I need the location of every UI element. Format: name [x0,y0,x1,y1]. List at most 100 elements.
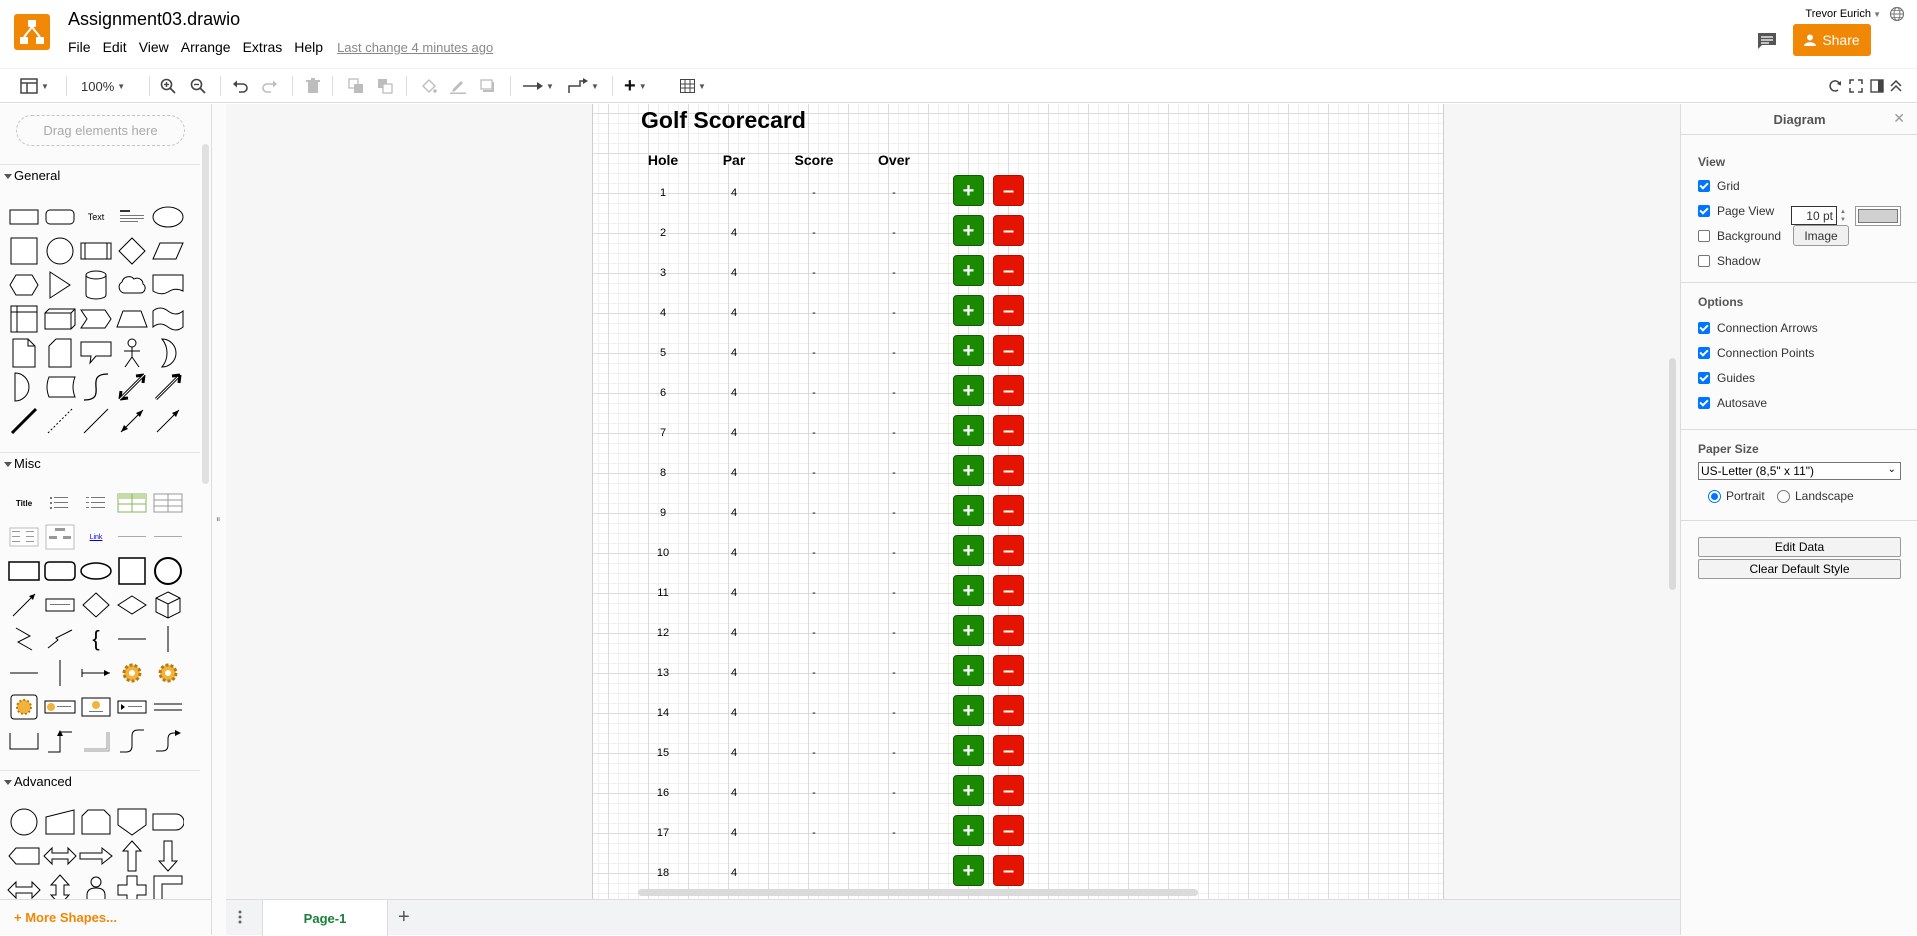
grid-color-button[interactable] [1855,206,1901,226]
hole-cell[interactable]: 10 [633,547,693,559]
par-cell[interactable]: 4 [704,707,764,719]
score-cell[interactable]: - [784,747,844,759]
par-cell[interactable]: 4 [704,507,764,519]
score-cell[interactable]: - [784,627,844,639]
decrement-score-button[interactable]: – [993,695,1024,726]
hole-cell[interactable]: 7 [633,427,693,439]
curly-brace-shape[interactable]: { [78,622,114,656]
hole-cell[interactable]: 16 [633,787,693,799]
hole-cell[interactable]: 9 [633,507,693,519]
bracket-shape[interactable] [6,724,42,758]
user-name[interactable]: Trevor Eurich [1805,8,1871,20]
dashed-line-shape[interactable] [42,404,78,438]
score-cell[interactable]: - [784,507,844,519]
decrement-score-button[interactable]: – [993,775,1024,806]
over-cell[interactable]: - [864,227,924,239]
increment-score-button[interactable]: + [953,775,984,806]
header-par[interactable]: Par [704,152,764,168]
terminator-shape[interactable] [150,805,186,839]
arrow-shape[interactable] [150,370,186,404]
delay-shape[interactable] [6,370,42,404]
increment-score-button[interactable]: + [953,495,984,526]
sync-button[interactable] [1828,77,1842,95]
fill-color-button[interactable] [421,77,437,95]
increment-score-button[interactable]: + [953,455,984,486]
circle-bold-shape[interactable] [150,554,186,588]
over-cell[interactable]: - [864,667,924,679]
callout-shape[interactable] [78,336,114,370]
increment-score-button[interactable]: + [953,255,984,286]
process-shape[interactable] [78,234,114,268]
fullscreen-button[interactable] [1849,77,1863,95]
double-line-shape[interactable] [150,690,186,724]
table-button[interactable]: ▼ [680,77,706,95]
over-cell[interactable]: - [864,747,924,759]
hole-cell[interactable]: 17 [633,827,693,839]
bullet-list-shape[interactable] [42,486,78,520]
zoom-in-button[interactable] [160,77,176,95]
header-over[interactable]: Over [864,152,924,168]
increment-score-button[interactable]: + [953,175,984,206]
gear-label-shape[interactable] [42,690,78,724]
note-shape[interactable] [6,336,42,370]
par-cell[interactable]: 4 [704,187,764,199]
decrement-score-button[interactable]: – [993,535,1024,566]
score-cell[interactable]: - [784,547,844,559]
hole-cell[interactable]: 5 [633,347,693,359]
data-storage-shape[interactable] [42,370,78,404]
over-cell[interactable]: - [864,307,924,319]
header-score[interactable]: Score [784,152,844,168]
section-general[interactable]: General [0,164,200,186]
par-cell[interactable]: 4 [704,427,764,439]
horizontal-scrollbar[interactable] [638,889,1198,896]
shadow-button[interactable] [480,77,496,95]
horizontal-line-shape[interactable] [114,622,150,656]
menu-edit[interactable]: Edit [97,39,133,55]
loop-limit-shape[interactable] [78,805,114,839]
hole-cell[interactable]: 2 [633,227,693,239]
text-box-shape[interactable] [42,588,78,622]
par-cell[interactable]: 4 [704,227,764,239]
ellipse-bold-shape[interactable] [78,554,114,588]
increment-score-button[interactable]: + [953,575,984,606]
rectangle-bold-shape[interactable] [6,554,42,588]
over-cell[interactable]: - [864,787,924,799]
share-button[interactable]: Share [1793,24,1871,56]
vline-thin-shape[interactable] [42,656,78,690]
waypoints-button[interactable]: ▼ [568,77,599,95]
score-cell[interactable]: - [784,187,844,199]
down-arrow-shape[interactable] [150,839,186,873]
decrement-score-button[interactable]: – [993,815,1024,846]
par-cell[interactable]: 4 [704,627,764,639]
decrement-score-button[interactable]: – [993,615,1024,646]
internal-storage-shape[interactable] [6,302,42,336]
over-cell[interactable]: - [864,467,924,479]
text-shape[interactable]: Text [78,200,114,234]
to-back-button[interactable] [377,77,393,95]
par-cell[interactable]: 4 [704,547,764,559]
off-page-shape[interactable] [114,805,150,839]
par-cell[interactable]: 4 [704,747,764,759]
score-cell[interactable]: - [784,387,844,399]
trapezoid-shape[interactable] [114,302,150,336]
sidebar-splitter[interactable]: ⏸ [212,104,226,935]
decrement-score-button[interactable]: – [993,215,1024,246]
decrement-score-button[interactable]: – [993,495,1024,526]
guides-checkbox[interactable]: Guides [1698,371,1755,385]
cloud-shape[interactable] [114,268,150,302]
score-cell[interactable]: - [784,427,844,439]
autosave-checkbox[interactable]: Autosave [1698,396,1767,410]
ellipse-shape[interactable] [150,200,186,234]
more-shapes-button[interactable]: + More Shapes... [14,910,117,925]
collapse-button[interactable] [1890,77,1902,95]
add-page-button[interactable]: + [398,906,410,929]
rhombus-shape[interactable] [114,588,150,622]
hole-cell[interactable]: 14 [633,707,693,719]
zigzag-shape[interactable] [42,622,78,656]
diamond-shape[interactable] [114,234,150,268]
par-cell[interactable]: 4 [704,347,764,359]
decrement-score-button[interactable]: – [993,575,1024,606]
document-shape[interactable] [150,268,186,302]
comments-icon[interactable] [1757,32,1777,50]
play-box-shape[interactable] [114,690,150,724]
